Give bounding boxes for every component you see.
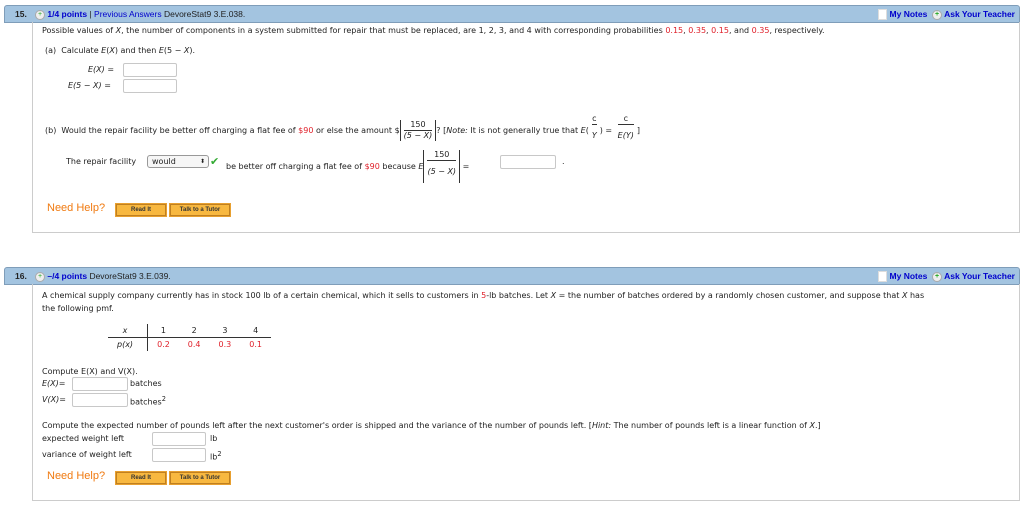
source: DevoreStat9 3.E.038. [163,9,246,19]
my-notes-link[interactable]: My Notes [890,271,928,281]
batches-squared-unit: batches2 [130,395,166,407]
expectation-input[interactable] [500,155,556,169]
my-notes-link[interactable]: My Notes [890,9,928,19]
q16-intro: A chemical supply company currently has … [42,291,925,300]
variance-weight-input[interactable] [152,448,206,462]
lb-squared-unit: lb2 [210,450,222,462]
points: 1/4 points [47,9,88,19]
lb-unit: lb [210,434,218,443]
q16-intro-line2: the following pmf. [42,304,114,313]
plus-icon[interactable]: + [932,271,943,282]
check-icon: ✔ [210,155,220,168]
previous-answers-link[interactable]: Previous Answers [94,9,162,19]
variance-weight-label: variance of weight left [42,450,132,459]
ask-teacher-link[interactable]: Ask Your Teacher [944,9,1015,19]
part-a: (a) Calculate E(X) and then E(5 − X). [45,46,196,55]
question-number: 16. [15,271,27,281]
ask-teacher-link[interactable]: Ask Your Teacher [944,271,1015,281]
part-b: (b) Would the repair facility be better … [45,114,640,141]
e5x-label: E(5 − X) = [68,81,111,90]
expected-weight-input[interactable] [152,432,206,446]
ex-label: E(X)= [42,379,66,388]
plus-icon[interactable]: + [35,9,45,20]
q16-body [32,284,1020,501]
points: –/4 points [47,271,88,281]
talk-to-tutor-button[interactable]: Talk to a Tutor [169,203,231,217]
q15-header: 15. + 1/4 points | Previous Answers Devo… [4,5,1020,23]
e5x-input[interactable] [123,79,177,93]
ex-label: E(X) = [88,65,115,74]
talk-to-tutor-button[interactable]: Talk to a Tutor [169,471,231,485]
source: DevoreStat9 3.E.039. [89,271,171,281]
batches-unit: batches [130,379,162,388]
read-it-button[interactable]: Read It [115,471,167,485]
expected-weight-label: expected weight left [42,434,125,443]
compute-ev-text: Compute E(X) and V(X). [42,367,138,376]
q15-intro: Possible values of X, the number of comp… [42,26,825,35]
need-help-label: Need Help? [47,202,106,214]
compute-weight-text: Compute the expected number of pounds le… [42,421,821,430]
vx-label: V(X)= [42,395,66,404]
notes-icon [877,271,887,283]
period: . [562,157,565,166]
repair-text: The repair facility [66,157,137,166]
plus-icon[interactable]: + [932,9,943,20]
question-number: 15. [15,9,27,19]
q16-header: 16. + –/4 points DevoreStat9 3.E.039. My… [4,267,1020,285]
would-select[interactable]: would ⬍ [147,155,209,168]
need-help-label: Need Help? [47,470,106,482]
plus-icon[interactable]: + [35,271,45,282]
fraction: 150 (5 − X) [399,120,437,141]
notes-icon [877,9,887,21]
pmf-table: x1234 p(x) 0.2 0.4 0.3 0.1 [108,324,271,351]
separator: | [89,9,92,19]
read-it-button[interactable]: Read It [115,203,167,217]
vx-input[interactable] [72,393,128,407]
ex-input[interactable] [123,63,177,77]
repair-text2: be better off charging a flat fee of $90… [226,150,469,183]
ex-input[interactable] [72,377,128,391]
